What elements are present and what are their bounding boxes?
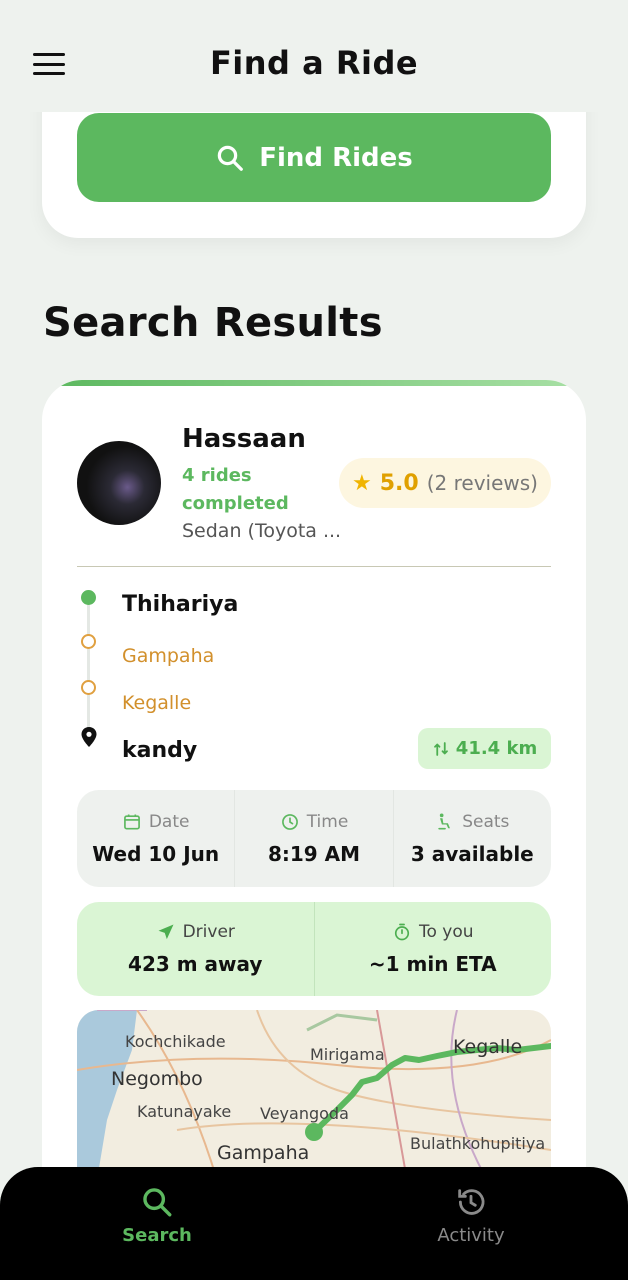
time-cell: Time 8:19 AM	[235, 790, 394, 887]
map-label: Bulathkohupitiya	[410, 1134, 546, 1153]
section-title: Search Results	[43, 300, 383, 346]
app-header: Find a Ride	[0, 0, 628, 112]
location-pin-icon	[81, 727, 97, 747]
divider	[77, 566, 551, 567]
distance-badge: 41.4 km	[418, 728, 551, 769]
page-title: Find a Ride	[209, 44, 419, 82]
calendar-icon	[123, 814, 140, 829]
route-stop: Gampaha	[122, 645, 215, 667]
find-rides-button[interactable]: Find Rides	[77, 113, 551, 202]
search-icon	[218, 145, 244, 171]
rating-score: 5.0	[379, 470, 419, 496]
seats-label: Seats	[462, 811, 510, 832]
review-count: (2 reviews)	[426, 471, 538, 495]
ride-info-grid: Date Wed 10 Jun Time 8:19 AM Seats 3 ava…	[77, 790, 551, 887]
map-label: Mirigama	[310, 1045, 385, 1064]
map-label: Kochchikade	[125, 1032, 226, 1051]
star-icon: ★	[352, 470, 372, 496]
ride-result-card[interactable]: Hassaan 4 rides completed Sedan (Toyota …	[42, 380, 586, 1180]
rating-badge: ★ 5.0 (2 reviews)	[339, 458, 551, 508]
route-stop: Kegalle	[122, 692, 192, 714]
eta-cell: To you ~1 min ETA	[315, 902, 552, 996]
route-icon	[433, 741, 448, 756]
avatar	[77, 441, 161, 525]
map-label: Veyangoda	[260, 1104, 349, 1123]
route-map[interactable]: Kochchikade Negombo Katunayake Mirigama …	[77, 1010, 551, 1180]
stop-dot-icon	[81, 680, 96, 695]
map-label: Negombo	[111, 1068, 203, 1090]
date-value: Wed 10 Jun	[92, 841, 220, 866]
bottom-nav: Search Activity	[0, 1167, 628, 1280]
history-icon	[458, 1189, 485, 1215]
find-rides-label: Find Rides	[259, 142, 413, 173]
search-icon	[143, 1188, 172, 1217]
nav-search-label: Search	[122, 1225, 192, 1246]
nav-activity[interactable]: Activity	[401, 1185, 541, 1246]
eta-grid: Driver 423 m away To you ~1 min ETA	[77, 902, 551, 996]
stop-dot-icon	[81, 634, 96, 649]
seat-icon	[438, 813, 451, 829]
map-label: Kegalle	[453, 1036, 523, 1058]
seats-cell: Seats 3 available	[394, 790, 551, 887]
eta-value: ~1 min ETA	[368, 952, 497, 976]
driver-label: Driver	[182, 922, 235, 942]
distance-value: 41.4 km	[455, 738, 538, 759]
rides-completed: 4 rides completed	[182, 465, 289, 514]
navigation-arrow-icon	[158, 924, 174, 940]
map-label: Katunayake	[137, 1102, 232, 1121]
vehicle-info: Sedan (Toyota ...	[182, 520, 342, 542]
route-line	[87, 600, 90, 735]
time-value: 8:19 AM	[267, 841, 361, 866]
card-accent-bar	[42, 380, 586, 386]
time-label: Time	[306, 811, 349, 832]
nav-search[interactable]: Search	[87, 1185, 227, 1246]
driver-distance-cell: Driver 423 m away	[77, 902, 315, 996]
nav-activity-label: Activity	[437, 1225, 505, 1246]
map-label: Gampaha	[217, 1142, 310, 1164]
route-start: Thihariya	[122, 592, 239, 617]
date-cell: Date Wed 10 Jun	[77, 790, 236, 887]
date-label: Date	[148, 811, 190, 832]
toyou-label: To you	[418, 922, 474, 942]
driver-distance-value: 423 m away	[128, 952, 263, 976]
start-dot-icon	[81, 590, 96, 605]
seats-value: 3 available	[410, 841, 534, 866]
driver-name: Hassaan	[182, 424, 306, 454]
clock-icon	[281, 813, 298, 830]
route-end: kandy	[122, 738, 198, 763]
timer-icon	[394, 923, 410, 941]
